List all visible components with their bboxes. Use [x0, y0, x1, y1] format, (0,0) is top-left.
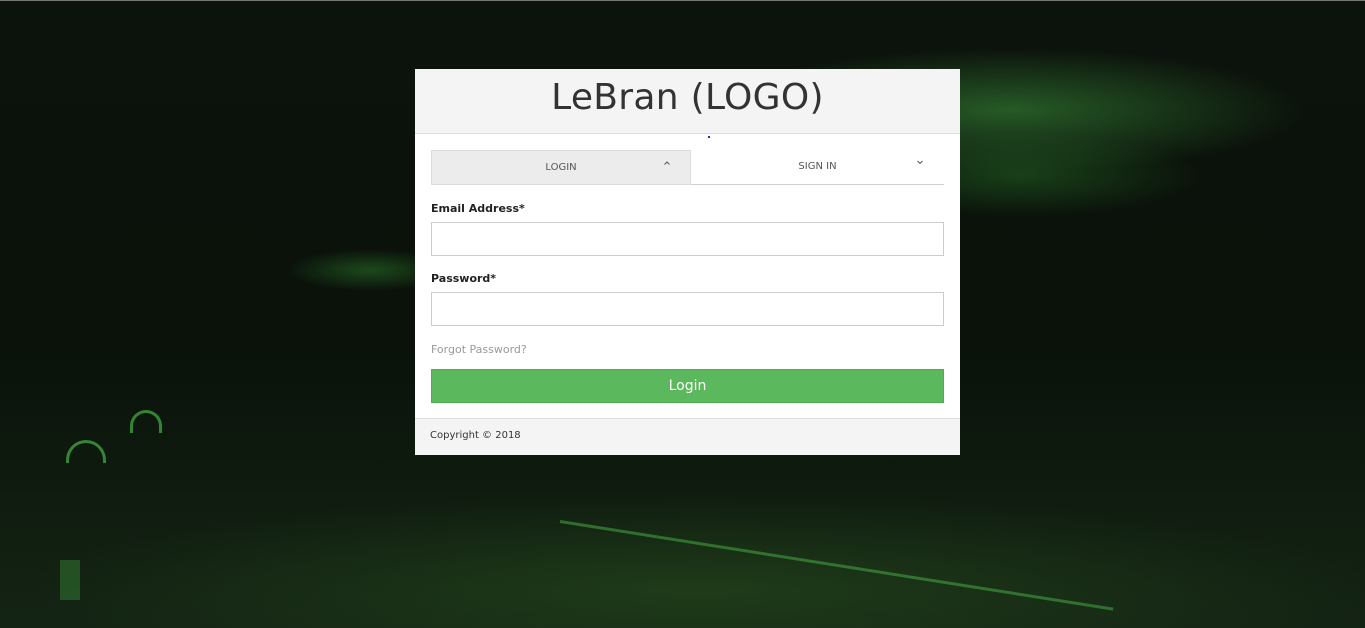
password-field[interactable]: [431, 292, 944, 326]
tab-sign-in[interactable]: SIGN IN: [691, 150, 944, 185]
email-label: Email Address*: [431, 202, 525, 215]
decorative-dot: [708, 136, 710, 138]
chair-silhouette: [130, 410, 162, 433]
chevron-up-icon: [662, 159, 672, 169]
login-button[interactable]: Login: [431, 369, 944, 403]
chevron-down-icon: [915, 158, 925, 168]
copyright-text: Copyright © 2018: [430, 430, 521, 441]
email-field[interactable]: [431, 222, 944, 256]
chair-silhouette: [66, 440, 106, 463]
floor-reflection: [60, 560, 80, 600]
floor-line: [559, 520, 1114, 611]
auth-tabs: LOGIN SIGN IN: [431, 150, 944, 185]
tab-sign-in-label: SIGN IN: [798, 161, 837, 172]
password-label: Password*: [431, 272, 497, 285]
card-footer: Copyright © 2018: [415, 418, 960, 455]
forgot-password-link[interactable]: Forgot Password?: [431, 343, 527, 356]
top-edge-line: [0, 0, 1365, 1]
login-card: LeBran (LOGO) LOGIN SIGN IN Email Addres…: [415, 69, 960, 455]
card-header: LeBran (LOGO): [415, 69, 960, 134]
tab-login-label: LOGIN: [545, 162, 577, 173]
logo-text: LeBran (LOGO): [551, 77, 824, 118]
tab-login[interactable]: LOGIN: [431, 150, 691, 185]
